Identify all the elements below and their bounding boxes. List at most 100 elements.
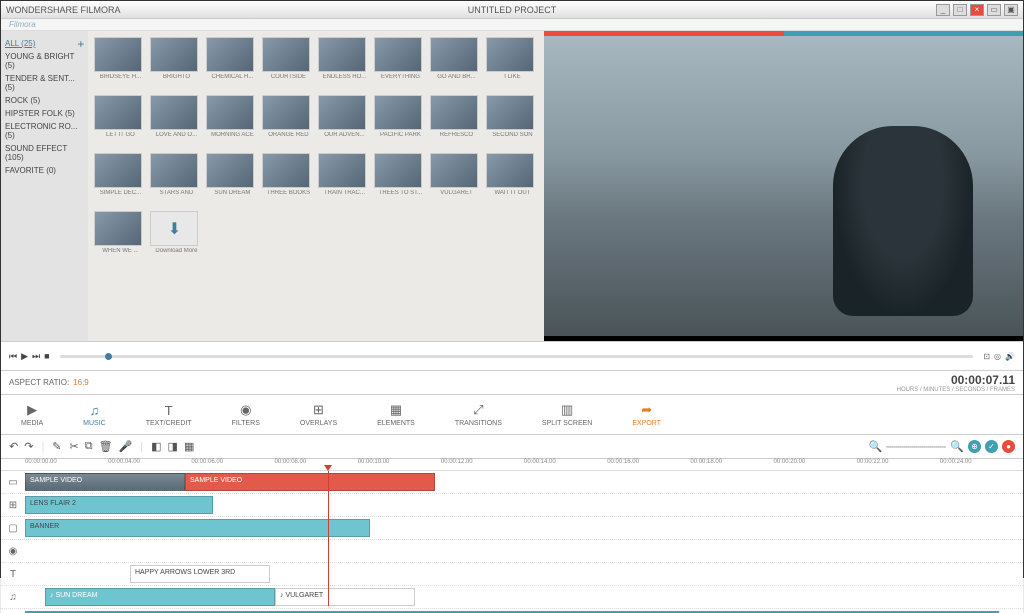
snapshot-icon[interactable]: ⊡ — [983, 352, 990, 361]
zoom-slider[interactable] — [886, 446, 946, 448]
aspect-value[interactable]: 16:9 — [73, 378, 89, 387]
volume-icon[interactable]: 🔊 — [1005, 352, 1015, 361]
media-thumb[interactable]: COURTSIDE — [262, 37, 314, 91]
play-icon[interactable]: ▶ — [21, 351, 28, 362]
redo-icon[interactable]: ↷ — [24, 440, 33, 453]
zoom-out-icon[interactable]: 🔍 — [869, 440, 883, 453]
camera-icon[interactable]: ◎ — [994, 352, 1001, 361]
tool-media[interactable]: ▶MEDIA — [21, 402, 43, 427]
clip-lensflare[interactable]: LENS FLAIR 2 — [25, 496, 213, 514]
timecode: 00:00:07.11 — [897, 373, 1015, 387]
sidebar-category[interactable]: SOUND EFFECT (105) — [5, 142, 84, 164]
delete-icon[interactable]: 🗑 — [99, 440, 113, 453]
pip-track-icon[interactable]: ▢ — [1, 523, 25, 534]
overlay-track-icon[interactable]: ⊞ — [1, 500, 25, 511]
tool-elements[interactable]: ▦ELEMENTS — [377, 402, 415, 427]
close-button[interactable]: × — [970, 4, 984, 16]
media-thumb[interactable]: TREES TO ST... — [374, 153, 426, 207]
clip-audio1[interactable]: ♪ SUN DREAM — [45, 588, 275, 606]
media-thumb[interactable]: BRIGHTO — [150, 37, 202, 91]
media-thumb[interactable]: GO AND BR... — [430, 37, 482, 91]
sidebar-category[interactable]: FAVORITE (0) — [5, 164, 84, 177]
sidebar-category[interactable]: HIPSTER FOLK (5) — [5, 107, 84, 120]
stop-icon[interactable]: ■ — [44, 351, 49, 362]
sidebar-category[interactable]: ELECTRONIC RO... (5) — [5, 120, 84, 142]
clip-text[interactable]: HAPPY ARROWS LOWER 3RD — [130, 565, 270, 583]
media-thumb[interactable]: I LIKE — [486, 37, 538, 91]
ruler-tick: 00:00:16.00 — [607, 459, 690, 470]
tool-textcredit[interactable]: TTEXT/CREDIT — [146, 403, 192, 427]
ruler-tick: 00:00:14.00 — [524, 459, 607, 470]
clip-video1[interactable]: SAMPLE VIDEO — [25, 473, 185, 491]
media-thumb[interactable]: MORNING ACE — [206, 95, 258, 149]
zoom-in-icon[interactable]: 🔍 — [950, 440, 964, 453]
media-thumb[interactable]: OUR ADVEN... — [318, 95, 370, 149]
ruler-tick: 00:00:24.00 — [940, 459, 1023, 470]
clip-banner[interactable]: BANNER — [25, 519, 370, 537]
media-thumb[interactable]: EVERYTHING — [374, 37, 426, 91]
sidebar-category[interactable]: ROCK (5) — [5, 94, 84, 107]
cut-icon[interactable]: ✂ — [70, 440, 79, 453]
edit-icon[interactable]: ✎ — [52, 440, 61, 453]
media-thumb[interactable]: LOVE AND O... — [150, 95, 202, 149]
media-thumb[interactable]: STARS AND — [150, 153, 202, 207]
ruler-tick: 00:00:22.00 — [857, 459, 940, 470]
media-thumb[interactable]: BIRDSEYE H... — [94, 37, 146, 91]
media-thumb[interactable]: TRAIN TRAC... — [318, 153, 370, 207]
tool-overlays[interactable]: ⊞OVERLAYS — [300, 402, 337, 427]
sidebar-category[interactable]: ALL (25) — [5, 37, 84, 50]
media-thumb[interactable]: VULGARET — [430, 153, 482, 207]
tool-export[interactable]: ➦EXPORT — [632, 402, 661, 427]
tool-music[interactable]: ♫MUSIC — [83, 403, 106, 427]
clip-video2[interactable]: SAMPLE VIDEO — [185, 473, 435, 491]
media-thumb[interactable]: ORANGE RED — [262, 95, 314, 149]
marker3-icon[interactable]: ▦ — [184, 440, 194, 453]
main-toolbar: ▶MEDIA ♫MUSIC TTEXT/CREDIT ◉FILTERS ⊞OVERLAY… — [1, 395, 1023, 435]
media-thumb[interactable]: PACIFIC PARK — [374, 95, 426, 149]
crop-icon[interactable]: ⧉ — [85, 440, 93, 453]
playhead[interactable] — [328, 471, 329, 606]
titlebar: WONDERSHARE FILMORA UNTITLED PROJECT _ □… — [1, 1, 1023, 19]
media-thumb[interactable]: WAIT IT OUT — [486, 153, 538, 207]
tool-splitscreen[interactable]: ▥SPLIT SCREEN — [542, 402, 592, 427]
tool-transitions[interactable]: ⤢TRANSITIONS — [455, 402, 502, 427]
media-thumb[interactable]: SIMPLE DEC... — [94, 153, 146, 207]
time-ruler[interactable]: 00:00:00.0000:00:04.0000:00:06.0000:00:0… — [1, 459, 1023, 471]
media-thumb[interactable]: WHEN WE ... — [94, 211, 146, 265]
preview-video[interactable] — [544, 36, 1023, 336]
playback-slider[interactable] — [60, 355, 974, 358]
ruler-tick: 00:00:06.00 — [191, 459, 274, 470]
marker1-icon[interactable]: ◧ — [151, 440, 161, 453]
add-category-icon[interactable]: + — [77, 37, 84, 51]
media-thumb[interactable]: ENDLESS HO... — [318, 37, 370, 91]
audio-track-icon[interactable]: ♫ — [1, 592, 25, 603]
ruler-tick: 00:00:10.00 — [358, 459, 441, 470]
media-thumb[interactable]: SECOND SON — [486, 95, 538, 149]
marker2-icon[interactable]: ◨ — [168, 440, 178, 453]
media-thumb[interactable]: CHEMICAL H... — [206, 37, 258, 91]
prev-frame-icon[interactable]: ⏮ — [9, 351, 17, 362]
media-thumb[interactable]: REFRESCO — [430, 95, 482, 149]
media-thumb[interactable]: ⬇Download More — [150, 211, 202, 265]
clip-audio2[interactable]: ♪ VULGARET — [275, 588, 415, 606]
maximize-button[interactable]: □ — [953, 4, 967, 16]
badge-red[interactable]: ● — [1002, 440, 1015, 453]
minimize-button[interactable]: _ — [936, 4, 950, 16]
badge-teal2[interactable]: ✓ — [985, 440, 998, 453]
undo-icon[interactable]: ↶ — [9, 440, 18, 453]
video-track-icon[interactable]: ▭ — [1, 477, 25, 488]
sidebar-category[interactable]: TENDER & SENT... (5) — [5, 72, 84, 94]
badge-teal[interactable]: ⊕ — [968, 440, 981, 453]
tool-filters[interactable]: ◉FILTERS — [232, 402, 260, 427]
filter-track-icon[interactable]: ◉ — [1, 546, 25, 557]
window2-icon[interactable]: ▣ — [1004, 4, 1018, 16]
sidebar-category[interactable]: YOUNG & BRIGHT (5) — [5, 50, 84, 72]
media-thumb[interactable]: SUN DREAM — [206, 153, 258, 207]
next-frame-icon[interactable]: ⏭ — [32, 351, 40, 362]
window-icon[interactable]: ▭ — [987, 4, 1001, 16]
voiceover-icon[interactable]: 🎤 — [119, 440, 133, 453]
media-thumb[interactable]: LET IT GO — [94, 95, 146, 149]
edit-toolbar: ↶ ↷ | ✎ ✂ ⧉ 🗑 🎤 | ◧ ◨ ▦ 🔍 🔍 ⊕ ✓ ● — [1, 435, 1023, 459]
category-sidebar: + ALL (25)YOUNG & BRIGHT (5)TENDER & SEN… — [1, 31, 88, 341]
media-thumb[interactable]: THREE BOOKS — [262, 153, 314, 207]
